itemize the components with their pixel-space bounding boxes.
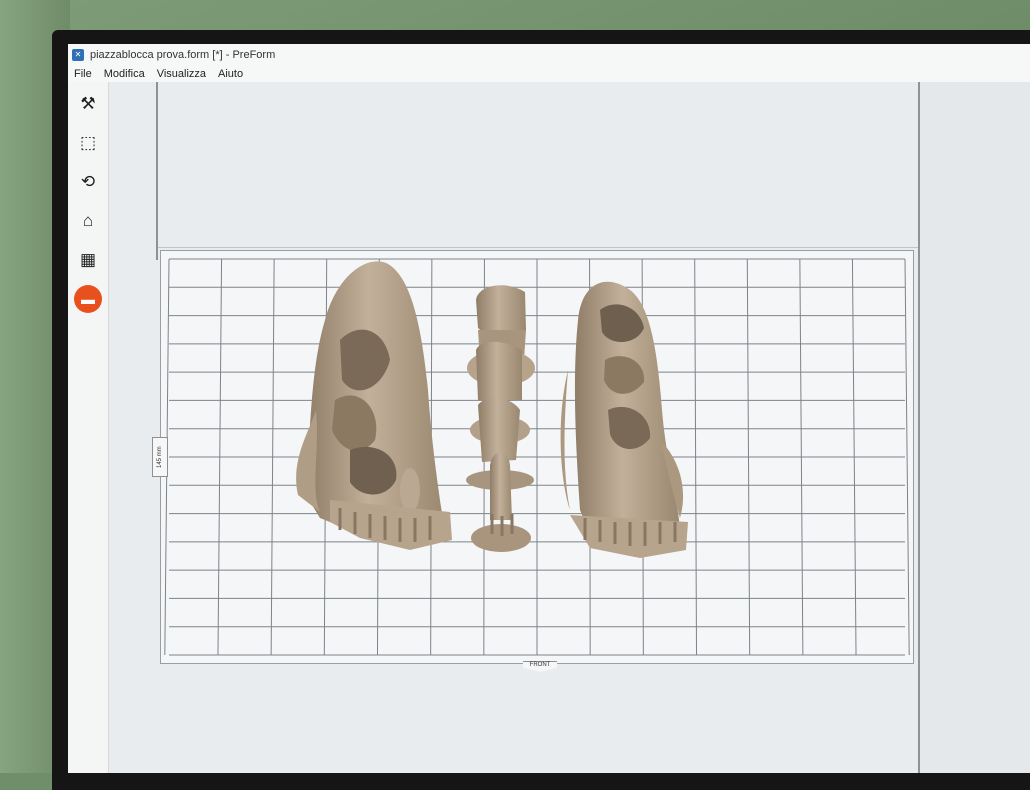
layout-icon[interactable]: ▦ bbox=[74, 246, 102, 274]
title-bar: ✕ piazzablocca prova.form [*] - PreForm bbox=[68, 44, 1030, 66]
selection-box-icon[interactable]: ⬚ bbox=[74, 129, 102, 157]
preform-app-icon: ✕ bbox=[72, 49, 84, 61]
orientation-icon[interactable]: ⟲ bbox=[74, 168, 102, 196]
menu-bar: File Modifica Visualizza Aiuto bbox=[68, 66, 1030, 83]
menu-aiuto[interactable]: Aiuto bbox=[212, 68, 249, 80]
printed-models[interactable] bbox=[160, 250, 912, 662]
menu-visualizza[interactable]: Visualizza bbox=[151, 68, 212, 80]
print-icon[interactable]: ▬ bbox=[74, 285, 102, 313]
right-side-panel bbox=[918, 82, 1030, 773]
middle-tooth-models[interactable] bbox=[466, 285, 535, 552]
left-toolbar: ⚒ ⬚ ⟲ ⌂ ▦ ▬ bbox=[68, 82, 109, 773]
build-volume-back-edge bbox=[158, 247, 918, 248]
magic-wand-icon[interactable]: ⚒ bbox=[74, 90, 102, 118]
left-dental-model[interactable] bbox=[296, 261, 452, 550]
build-volume-edge bbox=[156, 82, 158, 260]
menu-modifica[interactable]: Modifica bbox=[98, 68, 151, 80]
menu-file[interactable]: File bbox=[68, 68, 98, 80]
right-dental-model[interactable] bbox=[561, 282, 688, 558]
monitor-screen: ✕ piazzablocca prova.form [*] - PreForm … bbox=[68, 44, 1030, 773]
window-title: piazzablocca prova.form [*] - PreForm bbox=[90, 49, 275, 61]
supports-icon[interactable]: ⌂ bbox=[74, 207, 102, 235]
